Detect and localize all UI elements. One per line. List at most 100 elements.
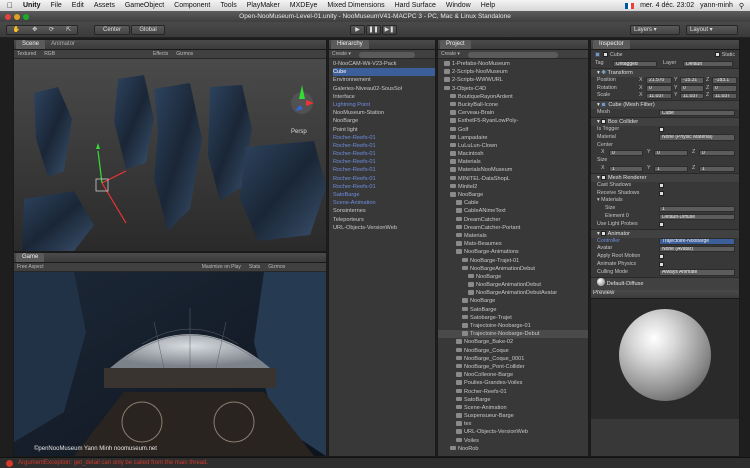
project-item[interactable]: NooBarge bbox=[438, 191, 588, 199]
mesh-field[interactable]: Cube bbox=[659, 109, 735, 117]
hierarchy-item[interactable]: Rocher-Reefs-01 bbox=[333, 142, 435, 150]
hierarchy-item[interactable]: Sonsinternes bbox=[333, 207, 435, 215]
size-z-field[interactable]: 1 bbox=[699, 165, 735, 173]
material-header[interactable]: Default-Diffuse bbox=[591, 276, 739, 290]
project-item[interactable]: Satobarge-Trajet bbox=[438, 314, 588, 322]
hierarchy-search-input[interactable] bbox=[358, 51, 415, 58]
avatar-field[interactable]: None (Avatar) bbox=[659, 245, 735, 253]
flag-icon[interactable] bbox=[625, 2, 635, 9]
project-item[interactable]: Suspensueur-Barge bbox=[438, 412, 588, 420]
active-checkbox[interactable] bbox=[603, 52, 609, 58]
rotation-z-field[interactable]: 0 bbox=[712, 85, 737, 92]
project-create-dropdown[interactable]: Create ▾ bbox=[441, 50, 460, 58]
project-item[interactable]: 3-Objets-C4D bbox=[438, 85, 588, 93]
project-item[interactable]: NooBarge bbox=[438, 297, 588, 305]
project-item[interactable]: SatoBarge bbox=[438, 306, 588, 314]
close-window-icon[interactable] bbox=[5, 14, 11, 20]
project-item[interactable]: DreamCatcher-Portant bbox=[438, 224, 588, 232]
tab-inspector[interactable]: Inspector bbox=[593, 40, 630, 49]
hierarchy-item[interactable]: SatoBarge bbox=[333, 191, 435, 199]
project-item[interactable]: MaterialsNooMuseum bbox=[438, 166, 588, 174]
hierarchy-item[interactable]: Rocher-Reefs-01 bbox=[333, 158, 435, 166]
menu-mixed-dimensions[interactable]: Mixed Dimensions bbox=[322, 2, 389, 9]
project-item[interactable]: Macintosh bbox=[438, 150, 588, 158]
hierarchy-item[interactable]: Rocher-Reefs-01 bbox=[333, 175, 435, 183]
menu-hard-surface[interactable]: Hard Surface bbox=[390, 2, 441, 9]
tab-hierarchy[interactable]: Hierarchy bbox=[331, 40, 369, 49]
project-item[interactable]: 2-Scripts-WWWURL bbox=[438, 76, 588, 84]
hierarchy-item[interactable]: Rocher-Reefs-01 bbox=[333, 150, 435, 158]
game-gizmos-dropdown[interactable]: Gizmos bbox=[268, 263, 285, 271]
project-item[interactable]: NooBarge_Bake-02 bbox=[438, 338, 588, 346]
project-item[interactable]: NooBarge_Coque_0001 bbox=[438, 355, 588, 363]
project-item[interactable]: 2-Scripts-NooMuseum bbox=[438, 68, 588, 76]
project-search-input[interactable] bbox=[467, 51, 558, 58]
project-item[interactable]: SatoBarge bbox=[438, 396, 588, 404]
project-item[interactable]: Golf bbox=[438, 126, 588, 134]
project-item[interactable]: NooRob bbox=[438, 445, 588, 453]
physic-material-field[interactable]: None (Physic Material) bbox=[659, 134, 735, 141]
hierarchy-item[interactable]: Galeries-Niveau02-SousSol bbox=[333, 85, 435, 93]
rgb-dropdown[interactable]: RGB bbox=[44, 50, 55, 58]
project-item[interactable]: Mats-Beaumes bbox=[438, 240, 588, 248]
project-item[interactable]: Scene-Animation bbox=[438, 404, 588, 412]
menu-mxdeye[interactable]: MXDEye bbox=[285, 2, 323, 9]
tab-animator[interactable]: Animator bbox=[45, 40, 81, 49]
project-item[interactable]: Poulies-Grandes-Voiles bbox=[438, 379, 588, 387]
project-item[interactable]: Lampadaire bbox=[438, 134, 588, 142]
animate-physics-checkbox[interactable] bbox=[659, 261, 664, 267]
hierarchy-item[interactable]: Scene-Animation bbox=[333, 199, 435, 207]
tab-scene[interactable]: Scene bbox=[16, 40, 46, 49]
materials-size-field[interactable]: 1 bbox=[659, 205, 735, 213]
tag-dropdown[interactable]: Untagged bbox=[613, 60, 657, 68]
project-item[interactable]: LuLuLun-Clown bbox=[438, 142, 588, 150]
pivot-global-button[interactable]: Global bbox=[131, 25, 165, 35]
effects-dropdown[interactable]: Effects bbox=[153, 50, 168, 58]
project-item[interactable]: Trajectoire-Noobarge-01 bbox=[438, 322, 588, 330]
receive-shadows-checkbox[interactable] bbox=[659, 190, 664, 196]
project-item[interactable]: Materials bbox=[438, 232, 588, 240]
menu-window[interactable]: Window bbox=[441, 2, 476, 9]
project-item[interactable]: URL-Objects-VersionWeb bbox=[438, 428, 588, 436]
controller-field[interactable]: Trajectoire-Noobarge bbox=[659, 238, 735, 245]
hierarchy-item[interactable]: NooMuseum-Station bbox=[333, 109, 435, 117]
zoom-window-icon[interactable] bbox=[23, 14, 29, 20]
pivot-center-button[interactable]: Center bbox=[94, 25, 130, 35]
tab-game[interactable]: Game bbox=[16, 253, 45, 262]
center-x-field[interactable]: 0 bbox=[609, 149, 643, 157]
stats-toggle[interactable]: Stats bbox=[249, 263, 260, 271]
rotation-y-field[interactable]: 0 bbox=[680, 85, 704, 92]
material-preview[interactable] bbox=[591, 298, 739, 419]
project-item[interactable]: DreamCatcher bbox=[438, 216, 588, 224]
tab-project[interactable]: Project bbox=[440, 40, 471, 49]
user-name[interactable]: yann-minh bbox=[700, 2, 733, 9]
object-name-field[interactable]: Cube bbox=[610, 52, 623, 58]
element0-field[interactable]: Default-Diffuse bbox=[659, 213, 735, 221]
menu-tools[interactable]: Tools bbox=[215, 2, 241, 9]
size-y-field[interactable]: 1 bbox=[654, 165, 688, 173]
animator-header[interactable]: ▾ Animator bbox=[591, 228, 739, 238]
project-item[interactable]: NooBarge_Pont-Collider bbox=[438, 363, 588, 371]
position-z-field[interactable]: -183.1 bbox=[712, 77, 737, 84]
scene-gizmos-dropdown[interactable]: Gizmos bbox=[176, 50, 193, 58]
project-item[interactable]: NooBarge_Coque bbox=[438, 347, 588, 355]
rotate-tool-icon[interactable]: ⟳ bbox=[49, 26, 54, 34]
hierarchy-item[interactable]: 0-NooCAM-Wii-V23-Pack bbox=[333, 60, 435, 68]
project-item[interactable]: Cerveau-Brain bbox=[438, 109, 588, 117]
project-item[interactable]: tex bbox=[438, 420, 588, 428]
render-mode-dropdown[interactable]: Textured bbox=[17, 50, 36, 58]
transform-header[interactable]: ▾ ✥ Transform bbox=[591, 67, 739, 77]
project-item[interactable]: Voiles bbox=[438, 437, 588, 445]
project-item[interactable]: CableANimeText bbox=[438, 207, 588, 215]
project-item[interactable]: MINITEL-DataShopL bbox=[438, 175, 588, 183]
menu-playmaker[interactable]: PlayMaker bbox=[242, 2, 285, 9]
project-item[interactable]: NooBarge-Trajet-01 bbox=[438, 257, 588, 265]
hierarchy-item[interactable]: Environnement bbox=[333, 76, 435, 84]
meshfilter-header[interactable]: ▾ Cube (Mesh Filter) bbox=[591, 100, 739, 110]
project-item[interactable]: NooBarge bbox=[438, 273, 588, 281]
rotation-x-field[interactable]: 0 bbox=[646, 85, 672, 92]
menu-assets[interactable]: Assets bbox=[89, 2, 120, 9]
project-item[interactable]: NooColleone-Barge bbox=[438, 371, 588, 379]
pause-button[interactable]: ❚❚ bbox=[366, 25, 381, 35]
console-status-bar[interactable]: ArgumentException: get_detail can only b… bbox=[0, 457, 750, 468]
